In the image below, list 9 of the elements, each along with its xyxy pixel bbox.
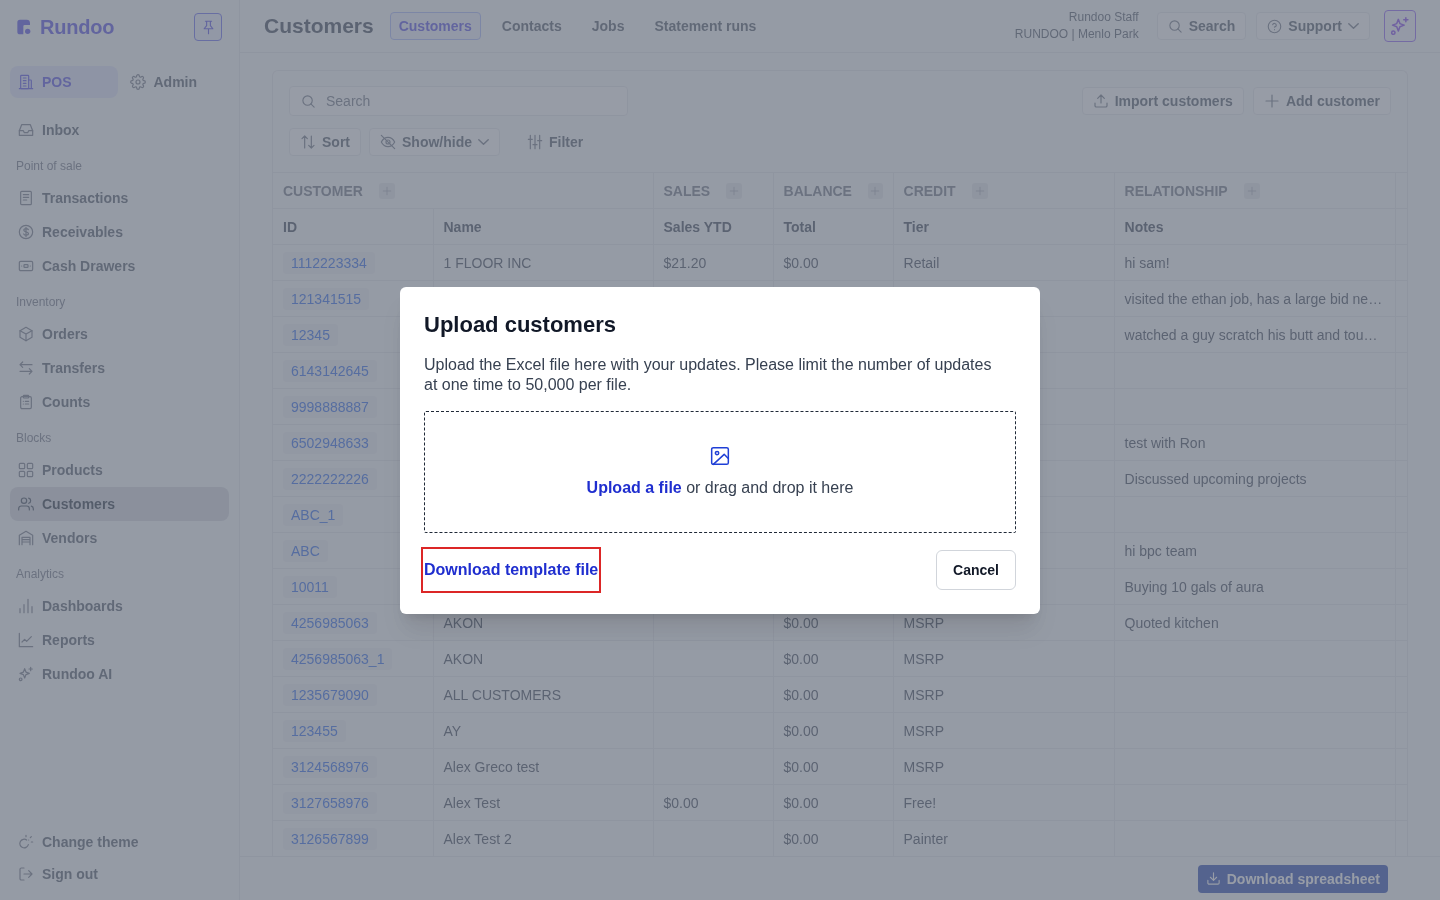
dropzone-text: Upload a file or drag and drop it here xyxy=(586,477,854,498)
download-template-link[interactable]: Download template file xyxy=(421,546,602,593)
cancel-button[interactable]: Cancel xyxy=(936,549,1016,590)
image-icon xyxy=(710,445,730,466)
upload-link[interactable]: Upload a file xyxy=(586,478,682,496)
dialog-description: Upload the Excel file here with your updates. Please limit the number of updates at one time to 50,000 per file. xyxy=(424,354,993,395)
dialog-title: Upload customers xyxy=(424,310,617,339)
file-dropzone[interactable]: Upload a file or drag and drop it here xyxy=(424,410,1016,533)
page-title: Customers xyxy=(264,14,374,38)
